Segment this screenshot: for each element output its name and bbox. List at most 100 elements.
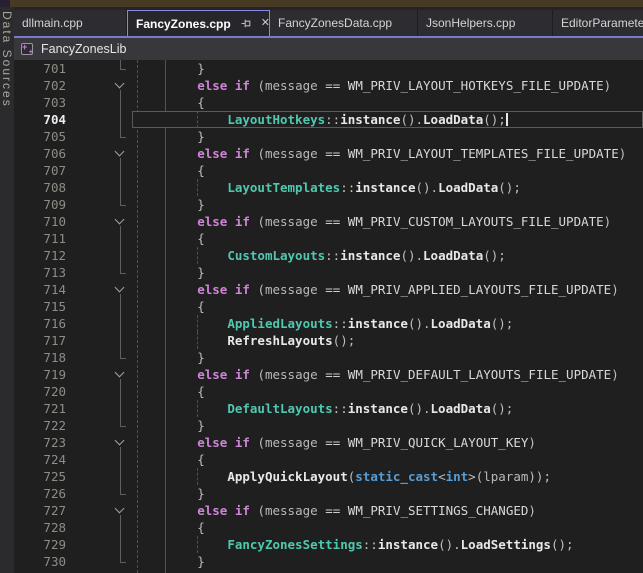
code-line: 721 DefaultLayouts::instance().LoadData(…: [14, 400, 643, 417]
pin-icon[interactable]: [241, 18, 252, 29]
fold-margin: [70, 145, 137, 162]
fold-margin: [70, 485, 137, 502]
chevron-down-icon[interactable]: [115, 436, 125, 446]
tab-bar: dllmain.cppFancyZones.cpp✕ FancyZonesData…: [14, 7, 643, 38]
fold-line: [120, 196, 121, 205]
fold-line: [120, 451, 121, 468]
chevron-down-icon[interactable]: [115, 147, 125, 157]
cpp-project-icon: + +: [21, 43, 33, 55]
line-number: 713: [14, 264, 66, 281]
fold-margin: [70, 230, 137, 247]
fold-margin: [70, 247, 137, 264]
line-number: 712: [14, 247, 66, 264]
code-text[interactable]: }: [137, 417, 643, 434]
line-number: 727: [14, 502, 66, 519]
code-line: 723 else if (message == WM_PRIV_QUICK_LA…: [14, 434, 643, 451]
fold-margin: [70, 349, 137, 366]
code-text[interactable]: }: [137, 128, 643, 145]
code-text[interactable]: {: [137, 451, 643, 468]
code-text[interactable]: else if (message == WM_PRIV_QUICK_LAYOUT…: [137, 434, 643, 451]
fold-margin: [70, 468, 137, 485]
code-text[interactable]: }: [137, 485, 643, 502]
code-line: 706 else if (message == WM_PRIV_LAYOUT_T…: [14, 145, 643, 162]
fold-end-tick: [120, 358, 126, 359]
code-text[interactable]: }: [137, 349, 643, 366]
line-number: 724: [14, 451, 66, 468]
line-number: 729: [14, 536, 66, 553]
fold-margin: [70, 332, 137, 349]
fold-line: [120, 298, 121, 315]
line-number: 720: [14, 383, 66, 400]
chevron-down-icon[interactable]: [115, 79, 125, 89]
indent-guide-segment: [197, 332, 198, 349]
chevron-down-icon[interactable]: [115, 283, 125, 293]
code-text[interactable]: ApplyQuickLayout(static_cast<int>(lparam…: [137, 468, 643, 485]
code-line: 708 LayoutTemplates::instance().LoadData…: [14, 179, 643, 196]
code-line: 707 {: [14, 162, 643, 179]
code-text[interactable]: DefaultLayouts::instance().LoadData();: [137, 400, 643, 417]
code-text[interactable]: {: [137, 383, 643, 400]
chevron-down-icon[interactable]: [115, 368, 125, 378]
breadcrumb-project[interactable]: FancyZonesLib: [41, 42, 126, 56]
fold-line: [120, 179, 121, 196]
code-text[interactable]: CustomLayouts::instance().LoadData();: [137, 247, 643, 264]
code-text[interactable]: {: [137, 230, 643, 247]
fold-margin: [70, 553, 137, 570]
tab-editorparamete[interactable]: EditorParamete: [553, 10, 643, 36]
indent-guide-segment: [197, 536, 198, 553]
line-number: 703: [14, 94, 66, 111]
code-text[interactable]: else if (message == WM_PRIV_LAYOUT_TEMPL…: [137, 145, 643, 162]
fold-line: [120, 400, 121, 417]
code-text[interactable]: LayoutTemplates::instance().LoadData();: [137, 179, 643, 196]
code-text[interactable]: FancyZonesSettings::instance().LoadSetti…: [137, 536, 643, 553]
line-number: 730: [14, 553, 66, 570]
tab-label: FancyZonesData.cpp: [278, 16, 392, 30]
code-text[interactable]: }: [137, 553, 643, 570]
code-line: 724 {: [14, 451, 643, 468]
code-text[interactable]: AppliedLayouts::instance().LoadData();: [137, 315, 643, 332]
code-text[interactable]: else if (message == WM_PRIV_APPLIED_LAYO…: [137, 281, 643, 298]
line-number: 728: [14, 519, 66, 536]
fold-line: [120, 94, 121, 111]
code-text[interactable]: }: [137, 196, 643, 213]
code-editor[interactable]: 701 }702 else if (message == WM_PRIV_LAY…: [14, 60, 643, 573]
fold-end-tick: [120, 494, 126, 495]
fold-margin: [70, 434, 137, 451]
sidebar-item-data-sources[interactable]: Data Sources: [0, 11, 14, 108]
code-line: 719 else if (message == WM_PRIV_DEFAULT_…: [14, 366, 643, 383]
chevron-down-icon[interactable]: [115, 504, 125, 514]
fold-end-tick: [120, 205, 126, 206]
fold-line: [120, 264, 121, 273]
code-line: 716 AppliedLayouts::instance().LoadData(…: [14, 315, 643, 332]
tab-label: EditorParamete: [561, 16, 643, 30]
code-text[interactable]: else if (message == WM_PRIV_CUSTOM_LAYOU…: [137, 213, 643, 230]
tab-fancyzones-cpp[interactable]: FancyZones.cpp✕: [127, 10, 270, 36]
code-text[interactable]: }: [137, 60, 643, 77]
fold-margin: [70, 417, 137, 434]
tab-jsonhelpers-cpp[interactable]: JsonHelpers.cpp: [418, 10, 553, 36]
code-text[interactable]: else if (message == WM_PRIV_SETTINGS_CHA…: [137, 502, 643, 519]
code-text[interactable]: {: [137, 162, 643, 179]
code-text[interactable]: LayoutHotkeys::instance().LoadData();: [137, 111, 643, 128]
code-text[interactable]: }: [137, 264, 643, 281]
fold-line: [120, 128, 121, 137]
code-text[interactable]: {: [137, 94, 643, 111]
code-text[interactable]: else if (message == WM_PRIV_LAYOUT_HOTKE…: [137, 77, 643, 94]
line-number: 711: [14, 230, 66, 247]
tab-fancyzonesdata-cpp[interactable]: FancyZonesData.cpp: [270, 10, 418, 36]
code-text[interactable]: else if (message == WM_PRIV_DEFAULT_LAYO…: [137, 366, 643, 383]
fold-margin: [70, 502, 137, 519]
fold-line: [120, 417, 121, 426]
chevron-down-icon[interactable]: [115, 215, 125, 225]
code-line: 720 {: [14, 383, 643, 400]
close-icon[interactable]: ✕: [261, 18, 270, 29]
fold-margin: [70, 315, 137, 332]
code-text[interactable]: RefreshLayouts();: [137, 332, 643, 349]
fold-line: [120, 230, 121, 247]
code-line: 704 LayoutHotkeys::instance().LoadData()…: [14, 111, 643, 128]
code-text[interactable]: {: [137, 298, 643, 315]
ide-window: Data Sources dllmain.cppFancyZones.cpp✕F…: [0, 0, 643, 573]
code-text[interactable]: {: [137, 519, 643, 536]
tab-dllmain-cpp[interactable]: dllmain.cpp: [14, 10, 127, 36]
indent-guide-segment: [197, 468, 198, 485]
